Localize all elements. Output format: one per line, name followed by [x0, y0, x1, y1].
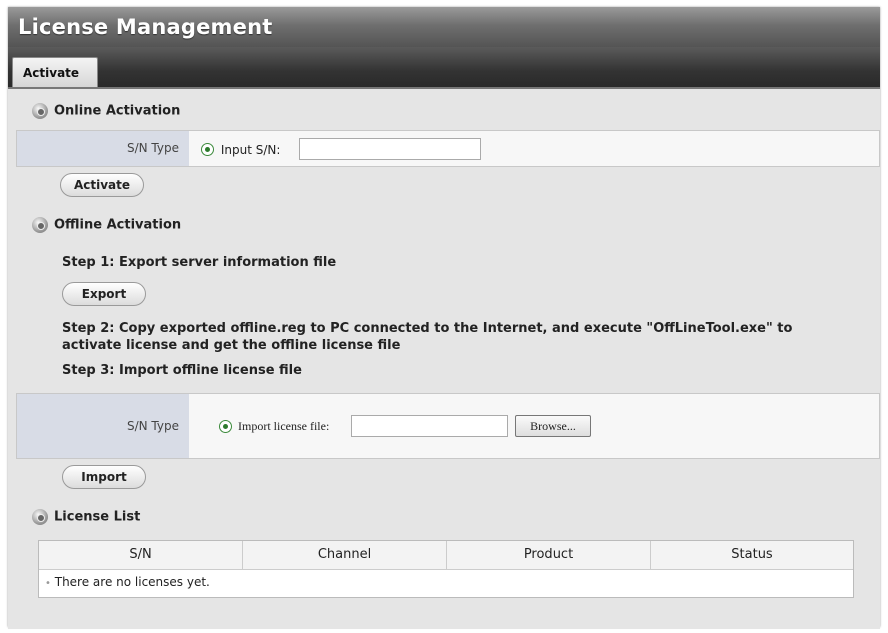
main-content: Online Activation S/N Type Input S/N: Ac… [8, 87, 880, 629]
column-header-channel[interactable]: Channel [243, 541, 447, 569]
gear-icon [32, 509, 48, 525]
sn-type-label: S/N Type [17, 394, 189, 458]
license-table-header: S/N Channel Product Status [39, 541, 853, 570]
license-list-heading: License List [32, 509, 140, 531]
step3-text: Step 3: Import offline license file [62, 363, 302, 378]
column-header-sn[interactable]: S/N [39, 541, 243, 569]
offline-activation-heading: Offline Activation [32, 217, 181, 239]
online-activation-heading: Online Activation [32, 103, 180, 125]
import-license-radio[interactable] [219, 419, 232, 433]
import-button[interactable]: Import [62, 465, 146, 489]
import-license-option[interactable]: Import license file: [219, 418, 329, 434]
step2-line2: activate license and get the offline lic… [62, 338, 401, 353]
input-sn-option[interactable]: Input S/N: [201, 142, 280, 157]
step1-text: Step 1: Export server information file [62, 255, 337, 270]
license-management-window: License Management Activate Online Activ… [8, 7, 880, 629]
tab-bar: Activate [8, 47, 880, 87]
export-button[interactable]: Export [62, 282, 146, 306]
browse-button[interactable]: Browse... [515, 415, 591, 437]
step2-line1: Step 2: Copy exported offline.reg to PC … [62, 321, 793, 336]
column-header-product[interactable]: Product [447, 541, 651, 569]
sn-input[interactable] [299, 138, 481, 160]
license-table: S/N Channel Product Status • There are n… [38, 540, 854, 598]
online-sn-type-row: S/N Type Input S/N: [16, 130, 880, 167]
page-title: License Management [18, 15, 273, 39]
tab-activate[interactable]: Activate [12, 57, 98, 87]
import-license-label: Import license file: [238, 418, 330, 433]
input-sn-radio[interactable] [201, 143, 214, 156]
empty-table-message: • There are no licenses yet. [45, 575, 210, 589]
input-sn-label: Input S/N: [220, 142, 281, 157]
offline-sn-type-row: S/N Type Import license file: Browse... [16, 393, 880, 459]
license-file-input[interactable] [351, 415, 508, 437]
gear-icon [32, 217, 48, 233]
column-header-status[interactable]: Status [651, 541, 853, 569]
title-bar: License Management [8, 7, 880, 47]
activate-button[interactable]: Activate [60, 173, 144, 197]
sn-type-label: S/N Type [17, 131, 189, 166]
gear-icon [32, 103, 48, 119]
info-icon: • [45, 578, 51, 589]
